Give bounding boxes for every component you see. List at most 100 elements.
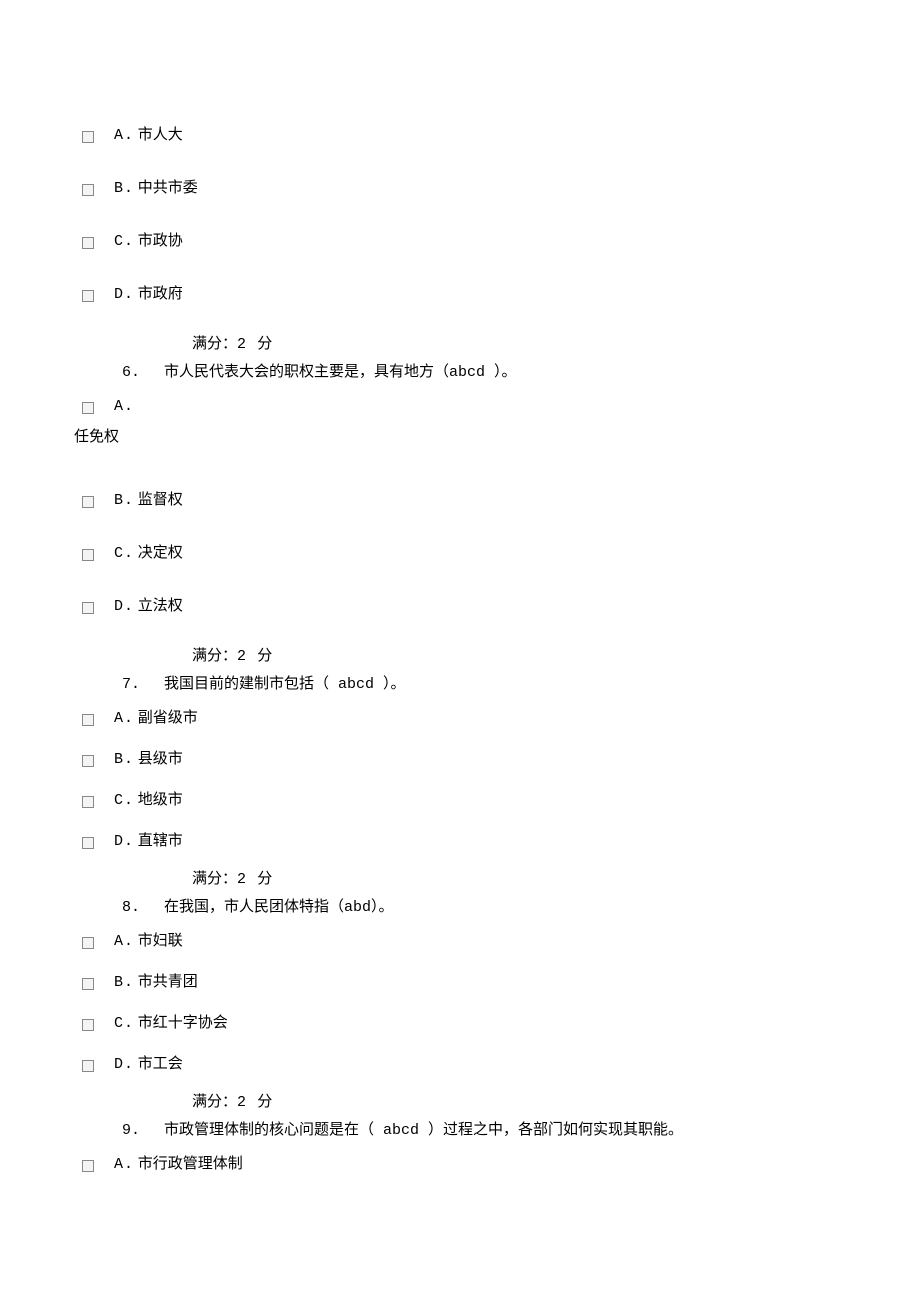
option-text: 监督权 — [138, 490, 183, 511]
checkbox-icon[interactable] — [82, 496, 94, 508]
option-text: 市政协 — [138, 231, 183, 252]
checkbox-icon[interactable] — [82, 237, 94, 249]
answer-text: abcd — [449, 364, 494, 381]
checkbox-icon[interactable] — [82, 1060, 94, 1072]
checkbox-icon[interactable] — [82, 837, 94, 849]
option-text: 县级市 — [138, 749, 183, 770]
option-letter: B. — [114, 490, 134, 511]
checkbox-icon[interactable] — [82, 184, 94, 196]
option-letter: A. — [114, 396, 134, 417]
score-line: 满分：2 分 — [82, 1092, 860, 1113]
question-stem: 6. 市人民代表大会的职权主要是，具有地方（abcd ）。 — [82, 362, 860, 383]
checkbox-icon[interactable] — [82, 1160, 94, 1172]
option-text: 立法权 — [138, 596, 183, 617]
option-letter: A. — [114, 708, 134, 729]
checkbox-icon[interactable] — [82, 937, 94, 949]
option-row: B. 县级市 — [82, 749, 860, 770]
score-value: 2 — [237, 336, 246, 353]
option-letter: A. — [114, 125, 134, 146]
question-number: 8. — [122, 899, 140, 916]
checkbox-icon[interactable] — [82, 796, 94, 808]
score-label: 满分： — [192, 648, 237, 664]
option-text: 市行政管理体制 — [138, 1154, 243, 1175]
score-line: 满分：2 分 — [82, 334, 860, 355]
option-row: D. 直辖市 — [82, 831, 860, 852]
option-letter: C. — [114, 1013, 134, 1034]
option-row: A. 市行政管理体制 — [82, 1154, 860, 1175]
score-label: 满分： — [192, 336, 237, 352]
checkbox-icon[interactable] — [82, 755, 94, 767]
option-row: B. 中共市委 — [82, 178, 860, 199]
checkbox-icon[interactable] — [82, 602, 94, 614]
question-text: ）。 — [383, 676, 406, 692]
score-value: 2 — [237, 1094, 246, 1111]
option-row: D. 市政府 — [82, 284, 860, 305]
option-text: 地级市 — [138, 790, 183, 811]
question-text: ）。 — [371, 899, 394, 915]
question-number: 6. — [122, 364, 140, 381]
option-text: 市工会 — [138, 1054, 183, 1075]
question-text: ）。 — [494, 364, 517, 380]
answer-text: abcd — [374, 1122, 428, 1139]
question-text: 在我国，市人民团体特指（ — [164, 899, 344, 915]
option-row: B. 监督权 — [82, 490, 860, 511]
checkbox-icon[interactable] — [82, 402, 94, 414]
option-text: 中共市委 — [138, 178, 198, 199]
score-line: 满分：2 分 — [82, 869, 860, 890]
score-value: 2 — [237, 648, 246, 665]
score-line: 满分：2 分 — [82, 646, 860, 667]
option-letter: D. — [114, 596, 134, 617]
checkbox-icon[interactable] — [82, 978, 94, 990]
checkbox-icon[interactable] — [82, 290, 94, 302]
question-text: ）过程之中，各部门如何实现其职能。 — [428, 1122, 683, 1138]
option-text: 决定权 — [138, 543, 183, 564]
question-stem: 9. 市政管理体制的核心问题是在（ abcd ）过程之中，各部门如何实现其职能。 — [82, 1120, 860, 1141]
score-unit: 分 — [257, 336, 272, 352]
option-row: A. — [82, 396, 860, 417]
option-row: A. 市人大 — [82, 125, 860, 146]
score-label: 满分： — [192, 1094, 237, 1110]
option-text: 市政府 — [138, 284, 183, 305]
question-stem: 8. 在我国，市人民团体特指（abd）。 — [82, 897, 860, 918]
option-letter: C. — [114, 790, 134, 811]
option-row: B. 市共青团 — [82, 972, 860, 993]
option-letter: C. — [114, 231, 134, 252]
option-row: A. 市妇联 — [82, 931, 860, 952]
option-letter: B. — [114, 749, 134, 770]
score-label: 满分： — [192, 871, 237, 887]
option-row: C. 决定权 — [82, 543, 860, 564]
option-letter: A. — [114, 931, 134, 952]
question-number: 9. — [122, 1122, 140, 1139]
option-letter: D. — [114, 831, 134, 852]
option-row: D. 立法权 — [82, 596, 860, 617]
score-value: 2 — [237, 871, 246, 888]
option-text: 直辖市 — [138, 831, 183, 852]
option-text: 副省级市 — [138, 708, 198, 729]
option-text: 市妇联 — [138, 931, 183, 952]
answer-text: abcd — [329, 676, 383, 693]
option-text: 市红十字协会 — [138, 1013, 228, 1034]
question-text: 我国目前的建制市包括（ — [164, 676, 329, 692]
checkbox-icon[interactable] — [82, 714, 94, 726]
score-unit: 分 — [257, 648, 272, 664]
option-letter: C. — [114, 543, 134, 564]
option-text: 市共青团 — [138, 972, 198, 993]
checkbox-icon[interactable] — [82, 1019, 94, 1031]
option-row: C. 市政协 — [82, 231, 860, 252]
option-row: C. 地级市 — [82, 790, 860, 811]
checkbox-icon[interactable] — [82, 131, 94, 143]
question-stem: 7. 我国目前的建制市包括（ abcd ）。 — [82, 674, 860, 695]
question-text: 市政管理体制的核心问题是在（ — [164, 1122, 374, 1138]
answer-text: abd — [344, 899, 371, 916]
option-text: 任免权 — [74, 427, 860, 448]
option-row: C. 市红十字协会 — [82, 1013, 860, 1034]
checkbox-icon[interactable] — [82, 549, 94, 561]
option-row: D. 市工会 — [82, 1054, 860, 1075]
option-letter: D. — [114, 1054, 134, 1075]
score-unit: 分 — [257, 871, 272, 887]
question-number: 7. — [122, 676, 140, 693]
option-letter: D. — [114, 284, 134, 305]
option-letter: A. — [114, 1154, 134, 1175]
score-unit: 分 — [257, 1094, 272, 1110]
question-text: 市人民代表大会的职权主要是，具有地方（ — [164, 364, 449, 380]
